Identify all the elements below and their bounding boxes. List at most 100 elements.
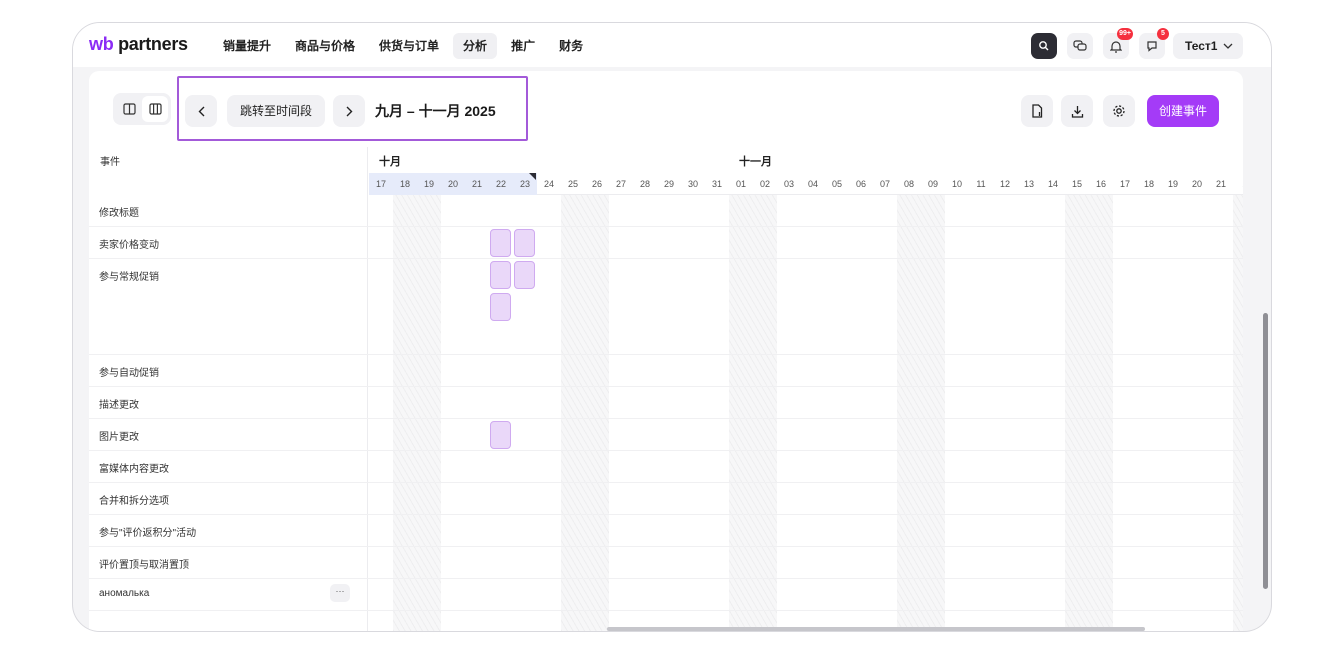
top-bar: wb partners 销量提升 商品与价格 供货与订单 分析 推广 财务 99+ 5 Т…	[73, 23, 1271, 67]
event-row-label: 评价置顶与取消置顶	[99, 560, 189, 571]
event-row-label: 卖家价格变动	[99, 240, 159, 251]
event-row-label: аномалька	[99, 588, 150, 599]
search-button[interactable]	[1031, 33, 1057, 59]
day-label: 21	[1215, 179, 1226, 189]
export-file-icon	[1031, 104, 1043, 118]
day-label: 19	[1167, 179, 1178, 189]
view-toggle	[113, 93, 171, 125]
day-label: 24	[543, 179, 554, 189]
day-label: 08	[903, 179, 914, 189]
day-label: 28	[639, 179, 650, 189]
event-rows: 修改标题卖家价格变动 参与常规促销参与自动促销描述更改图片更改富媒体内容更改合并和…	[89, 195, 1243, 611]
feedback-badge: 5	[1157, 28, 1169, 40]
day-label: 30	[687, 179, 698, 189]
day-label: 20	[1191, 179, 1202, 189]
next-period-button[interactable]	[333, 95, 365, 127]
two-column-icon	[122, 103, 136, 115]
row-more-button[interactable]: ···	[330, 584, 350, 602]
event-row: 参与自动促销	[89, 355, 1243, 387]
vertical-scrollbar[interactable]	[1263, 313, 1268, 589]
day-label: 20	[447, 179, 458, 189]
nav-item-5[interactable]: 财务	[549, 33, 593, 59]
jump-to-period-button[interactable]: 跳转至时间段	[227, 95, 326, 127]
chevron-left-icon	[198, 106, 205, 117]
day-label: 26	[591, 179, 602, 189]
day-label: 05	[831, 179, 842, 189]
event-row-label: 参与常规促销	[99, 272, 159, 283]
event-block[interactable]	[490, 293, 511, 321]
event-row: 参与常规促销	[89, 259, 1243, 355]
date-range-label: 九月 – 十一月 2025	[375, 103, 496, 119]
nav-item-0[interactable]: 销量提升	[213, 33, 281, 59]
feedback-icon	[1146, 40, 1158, 52]
event-row: 卖家价格变动	[89, 227, 1243, 259]
day-label: 31	[711, 179, 722, 189]
feedback-button[interactable]: 5	[1139, 28, 1169, 59]
download-button[interactable]	[1061, 95, 1093, 127]
day-label: 15	[1071, 179, 1082, 189]
day-label: 25	[567, 179, 578, 189]
day-label: 01	[735, 179, 746, 189]
events-panel: 跳转至时间段 九月 – 十一月 2025 创建事件 十月 十一月 17 18 1…	[89, 71, 1243, 631]
day-label: 13	[1023, 179, 1034, 189]
previous-period-button[interactable]	[185, 95, 217, 127]
event-row: 合并和拆分选项	[89, 483, 1243, 515]
user-menu-button[interactable]: Тест1	[1173, 33, 1243, 59]
user-name: Тест1	[1185, 39, 1218, 53]
main-nav: 销量提升 商品与价格 供货与订单 分析 推广 财务	[213, 33, 593, 59]
day-label: 2	[1233, 173, 1243, 195]
day-label: 10	[951, 179, 962, 189]
event-block[interactable]	[514, 261, 535, 289]
day-label: 17	[1119, 179, 1130, 189]
export-file-button[interactable]	[1021, 95, 1053, 127]
day-label: 21	[471, 179, 482, 189]
day-label: 11	[976, 179, 986, 189]
day-label: 27	[615, 179, 626, 189]
app-window: wb partners 销量提升 商品与价格 供货与订单 分析 推广 财务 99+ 5 Т…	[72, 22, 1272, 632]
event-row-label: 参与"评价返积分"活动	[99, 528, 197, 539]
create-event-button[interactable]: 创建事件	[1147, 95, 1219, 127]
chevron-down-icon	[1223, 43, 1233, 49]
day-label: 22	[495, 179, 506, 189]
search-icon	[1038, 40, 1050, 52]
wb-partners-logo[interactable]: wb partners	[89, 34, 188, 55]
event-block[interactable]	[490, 229, 511, 257]
day-label: 02	[759, 179, 770, 189]
month-label-october: 十月	[379, 156, 401, 168]
horizontal-scrollbar[interactable]	[607, 627, 1145, 631]
notifications-button[interactable]: 99+	[1103, 28, 1133, 59]
chevron-right-icon	[346, 106, 353, 117]
day-label: 04	[807, 179, 818, 189]
timeline-toolbar: 跳转至时间段 九月 – 十一月 2025 创建事件	[89, 71, 1243, 143]
nav-item-3[interactable]: 分析	[453, 33, 498, 59]
event-row: 评价置顶与取消置顶	[89, 547, 1243, 579]
three-column-view-button[interactable]	[142, 96, 168, 122]
bell-icon	[1110, 40, 1122, 53]
settings-button[interactable]	[1103, 95, 1135, 127]
timeline-header: 十月 十一月 17 18 19 20 21 22 23 24 25 26 27 28 29 30 31 01 0…	[369, 147, 1243, 195]
event-block[interactable]	[490, 421, 511, 449]
event-block[interactable]	[514, 229, 535, 257]
day-label: 19	[423, 179, 434, 189]
events-timeline: 十月 十一月 17 18 19 20 21 22 23 24 25 26 27 28 29 30 31 01 0…	[89, 147, 1243, 631]
event-row-label: 修改标题	[99, 208, 139, 219]
day-label: 07	[879, 179, 890, 189]
event-row: 富媒体内容更改	[89, 451, 1243, 483]
day-label: 14	[1047, 179, 1058, 189]
event-row: 修改标题	[89, 195, 1243, 227]
event-block[interactable]	[490, 261, 511, 289]
event-row: аномалька ···	[89, 579, 1243, 611]
month-label-november: 十一月	[739, 156, 772, 168]
day-label: 03	[783, 179, 794, 189]
nav-item-2[interactable]: 供货与订单	[369, 33, 449, 59]
notifications-badge: 99+	[1117, 28, 1133, 40]
nav-item-1[interactable]: 商品与价格	[285, 33, 365, 59]
event-row-label: 描述更改	[99, 400, 139, 411]
event-row-label: 图片更改	[99, 432, 139, 443]
day-label: 18	[1143, 179, 1154, 189]
chat-button[interactable]	[1067, 33, 1093, 59]
event-row-label: 合并和拆分选项	[99, 496, 169, 507]
event-row: 参与"评价返积分"活动	[89, 515, 1243, 547]
nav-item-4[interactable]: 推广	[501, 33, 545, 59]
two-column-view-button[interactable]	[116, 96, 142, 122]
